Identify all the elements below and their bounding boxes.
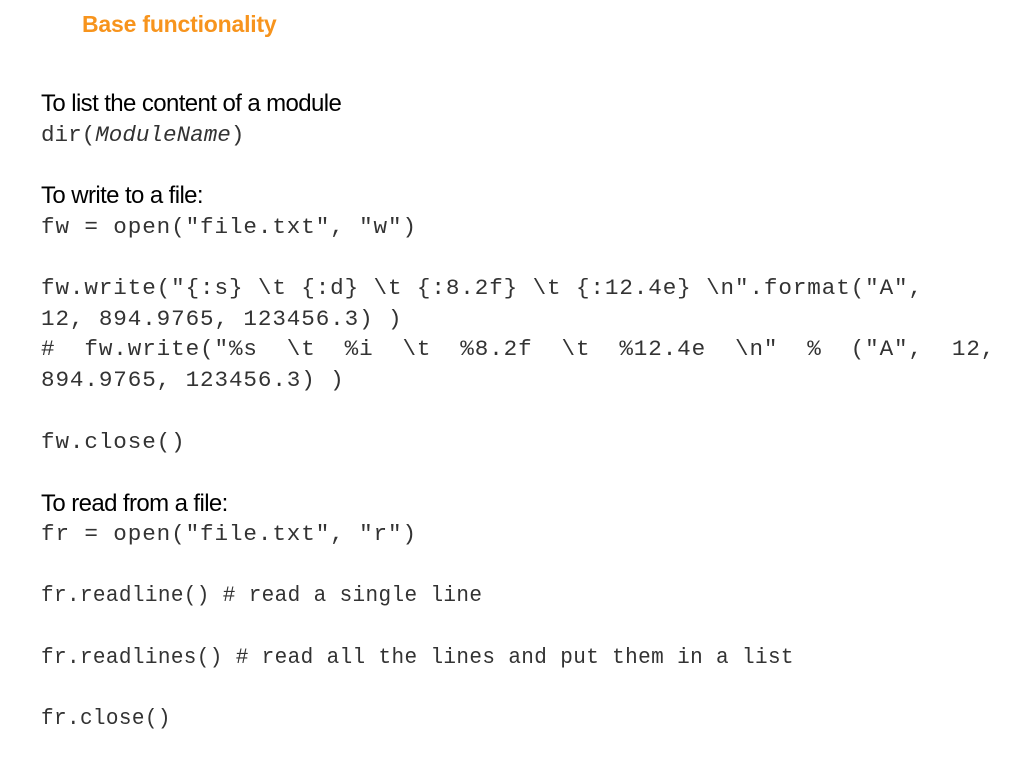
read-open-code: fr = open("file.txt", "r") [41, 521, 417, 547]
write-file-heading: To write to a file: [41, 182, 204, 209]
read-file-heading: To read from a file: [41, 490, 228, 517]
list-module-code: dir(ModuleName) [41, 122, 244, 148]
readline-code: fr.readline() # read a single line [41, 582, 483, 608]
write-open-code: fw = open("file.txt", "w") [41, 214, 417, 240]
code-prefix: dir( [41, 122, 96, 148]
write-format-code-line-1: fw.write("{:s} \t {:d} \t {:8.2f} \t {:1… [41, 275, 923, 301]
write-format-code-line-2: 12, 894.9765, 123456.3) ) [41, 306, 403, 332]
write-percent-comment-line-1: # fw.write("%s \t %i \t %8.2f \t %12.4e … [41, 336, 996, 362]
code-argument: ModuleName [95, 122, 231, 148]
list-module-heading: To list the content of a module [41, 90, 342, 117]
write-close-code: fw.close() [41, 429, 186, 455]
readlines-code: fr.readlines() # read all the lines and … [41, 644, 794, 670]
code-suffix: ) [230, 122, 245, 148]
write-percent-comment-line-2: 894.9765, 123456.3) ) [41, 367, 345, 393]
slide-title: Base functionality [82, 11, 277, 37]
read-close-code: fr.close() [41, 705, 171, 731]
